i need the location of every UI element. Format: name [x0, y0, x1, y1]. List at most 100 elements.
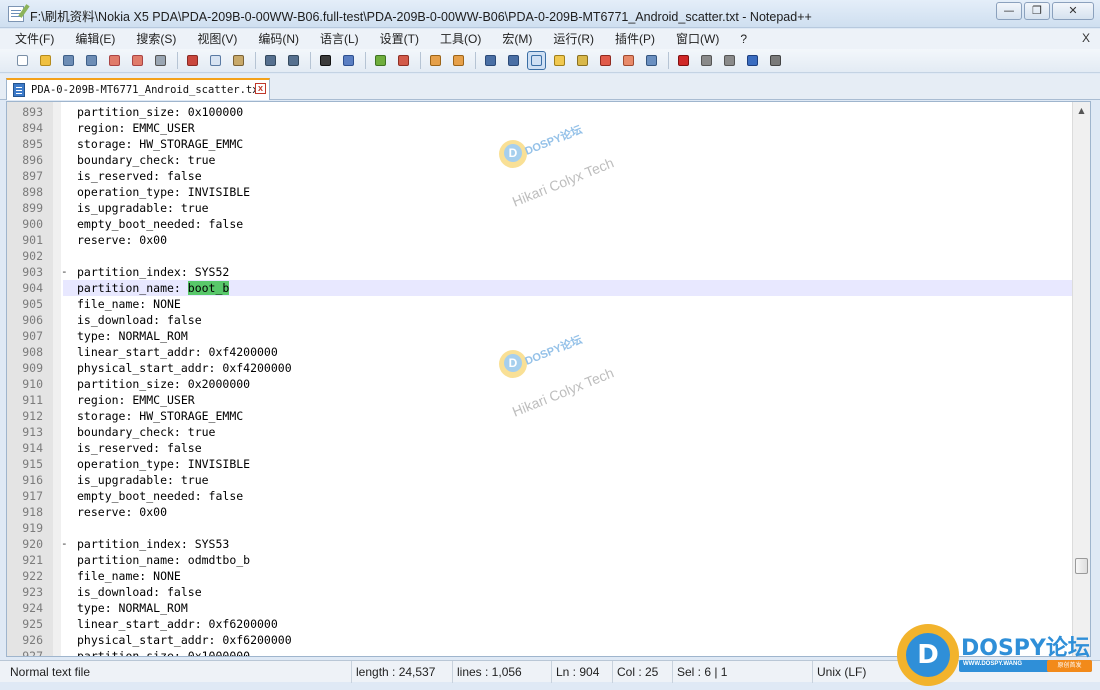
editor-line[interactable]: 916 is_upgradable: true — [7, 472, 1073, 488]
close-document-button[interactable]: X — [1082, 31, 1090, 45]
menu-window[interactable]: 窗口(W) — [665, 29, 729, 49]
close-window-button[interactable]: ✕ — [1052, 2, 1094, 20]
line-text[interactable]: empty_boot_needed: false — [63, 488, 1073, 504]
editor-line[interactable]: 921 partition_name: odmdtbo_b — [7, 552, 1073, 568]
editor-line[interactable]: 896 boundary_check: true — [7, 152, 1073, 168]
scroll-up-button[interactable]: ▲ — [1075, 104, 1088, 117]
editor-line[interactable]: 907 type: NORMAL_ROM — [7, 328, 1073, 344]
editor-line[interactable]: 920- partition_index: SYS53 — [7, 536, 1073, 552]
line-text[interactable]: region: EMMC_USER — [63, 120, 1073, 136]
editor-line[interactable]: 910 partition_size: 0x2000000 — [7, 376, 1073, 392]
line-text[interactable]: boundary_check: true — [63, 152, 1073, 168]
doc-map-icon[interactable] — [574, 52, 591, 69]
function-list-icon[interactable] — [597, 52, 614, 69]
line-text[interactable]: linear_start_addr: 0xf4200000 — [63, 344, 1073, 360]
selected-text[interactable]: boot_b — [187, 281, 230, 295]
menu-file[interactable]: 文件(F) — [4, 29, 64, 49]
menu-language[interactable]: 语言(L) — [309, 29, 369, 49]
editor-line[interactable]: 908 linear_start_addr: 0xf4200000 — [7, 344, 1073, 360]
line-text[interactable]: file_name: NONE — [63, 296, 1073, 312]
line-text[interactable]: operation_type: INVISIBLE — [63, 184, 1073, 200]
show-all-chars-icon[interactable] — [505, 52, 522, 69]
save-macro-icon[interactable] — [767, 52, 784, 69]
scroll-thumb[interactable] — [1075, 558, 1088, 574]
editor-line[interactable]: 894 region: EMMC_USER — [7, 120, 1073, 136]
editor-line[interactable]: 905 file_name: NONE — [7, 296, 1073, 312]
line-text[interactable]: reserve: 0x00 — [63, 504, 1073, 520]
editor-line[interactable]: 898 operation_type: INVISIBLE — [7, 184, 1073, 200]
line-text[interactable]: empty_boot_needed: false — [63, 216, 1073, 232]
editor-line[interactable]: 895 storage: HW_STORAGE_EMMC — [7, 136, 1073, 152]
line-text[interactable]: storage: HW_STORAGE_EMMC — [63, 136, 1073, 152]
document-tab[interactable]: PDA-0-209B-MT6771_Android_scatter.txt x — [6, 78, 270, 100]
line-text[interactable]: type: NORMAL_ROM — [63, 328, 1073, 344]
open-file-icon[interactable] — [37, 52, 54, 69]
editor[interactable]: 893 partition_size: 0x100000 894 region: EM… — [6, 101, 1091, 657]
menu-settings[interactable]: 设置(T) — [369, 29, 429, 49]
editor-line[interactable]: 915 operation_type: INVISIBLE — [7, 456, 1073, 472]
tab-close-button[interactable]: x — [255, 83, 266, 94]
line-text[interactable]: partition_name: odmdtbo_b — [63, 552, 1073, 568]
sync-horizontal-icon[interactable] — [450, 52, 467, 69]
editor-line[interactable]: 922 file_name: NONE — [7, 568, 1073, 584]
line-text[interactable]: operation_type: INVISIBLE — [63, 456, 1073, 472]
line-text[interactable]: partition_name: boot_b — [63, 280, 1073, 296]
notepad-app-icon[interactable] — [8, 6, 24, 22]
close-file-icon[interactable] — [106, 52, 123, 69]
line-text[interactable]: partition_size: 0x100000 — [63, 104, 1073, 120]
line-text[interactable]: type: NORMAL_ROM — [63, 600, 1073, 616]
text-area[interactable]: 893 partition_size: 0x100000 894 region: EM… — [7, 104, 1073, 656]
folder-workspace-icon[interactable] — [620, 52, 637, 69]
play-macro-icon[interactable] — [721, 52, 738, 69]
close-all-icon[interactable] — [129, 52, 146, 69]
editor-line[interactable]: 902 — [7, 248, 1073, 264]
line-text[interactable]: partition_index: SYS53 — [63, 536, 1073, 552]
editor-line[interactable]: 912 storage: HW_STORAGE_EMMC — [7, 408, 1073, 424]
line-text[interactable]: partition_size: 0x2000000 — [63, 376, 1073, 392]
editor-line[interactable]: 900 empty_boot_needed: false — [7, 216, 1073, 232]
editor-line[interactable]: 913 boundary_check: true — [7, 424, 1073, 440]
editor-line[interactable]: 906 is_download: false — [7, 312, 1073, 328]
editor-line[interactable]: 923 is_download: false — [7, 584, 1073, 600]
editor-line[interactable]: 914 is_reserved: false — [7, 440, 1073, 456]
replace-icon[interactable] — [340, 52, 357, 69]
menu-plugins[interactable]: 插件(P) — [604, 29, 665, 49]
undo-icon[interactable] — [262, 52, 279, 69]
editor-line[interactable]: 897 is_reserved: false — [7, 168, 1073, 184]
line-text[interactable]: is_download: false — [63, 312, 1073, 328]
line-text[interactable]: is_upgradable: true — [63, 472, 1073, 488]
paste-icon[interactable] — [230, 52, 247, 69]
menu-encoding[interactable]: 编码(N) — [247, 29, 309, 49]
line-text[interactable]: physical_start_addr: 0xf4200000 — [63, 360, 1073, 376]
editor-line[interactable]: 901 reserve: 0x00 — [7, 232, 1073, 248]
restore-button[interactable]: ❐ — [1024, 2, 1050, 20]
word-wrap-icon[interactable] — [482, 52, 499, 69]
editor-line[interactable]: 904 partition_name: boot_b — [7, 280, 1073, 296]
menu-view[interactable]: 视图(V) — [186, 29, 247, 49]
editor-line[interactable]: 909 physical_start_addr: 0xf4200000 — [7, 360, 1073, 376]
editor-line[interactable]: 899 is_upgradable: true — [7, 200, 1073, 216]
menu-edit[interactable]: 编辑(E) — [64, 29, 125, 49]
menu-run[interactable]: 运行(R) — [542, 29, 604, 49]
editor-line[interactable]: 919 — [7, 520, 1073, 536]
minimize-button[interactable]: — — [996, 2, 1022, 20]
line-text[interactable]: is_reserved: false — [63, 440, 1073, 456]
zoom-in-icon[interactable] — [372, 52, 389, 69]
line-text[interactable]: file_name: NONE — [63, 568, 1073, 584]
indent-guide-icon[interactable] — [527, 51, 546, 70]
sync-vertical-icon[interactable] — [427, 52, 444, 69]
line-text[interactable]: reserve: 0x00 — [63, 232, 1073, 248]
editor-line[interactable]: 911 region: EMMC_USER — [7, 392, 1073, 408]
line-text[interactable]: is_reserved: false — [63, 168, 1073, 184]
line-text[interactable]: boundary_check: true — [63, 424, 1073, 440]
line-text[interactable]: is_upgradable: true — [63, 200, 1073, 216]
menu-macro[interactable]: 宏(M) — [491, 29, 542, 49]
new-file-icon[interactable] — [14, 52, 31, 69]
editor-line[interactable]: 903- partition_index: SYS52 — [7, 264, 1073, 280]
zoom-out-icon[interactable] — [395, 52, 412, 69]
redo-icon[interactable] — [285, 52, 302, 69]
editor-line[interactable]: 893 partition_size: 0x100000 — [7, 104, 1073, 120]
line-text[interactable]: is_download: false — [63, 584, 1073, 600]
editor-line[interactable]: 917 empty_boot_needed: false — [7, 488, 1073, 504]
editor-line[interactable]: 918 reserve: 0x00 — [7, 504, 1073, 520]
